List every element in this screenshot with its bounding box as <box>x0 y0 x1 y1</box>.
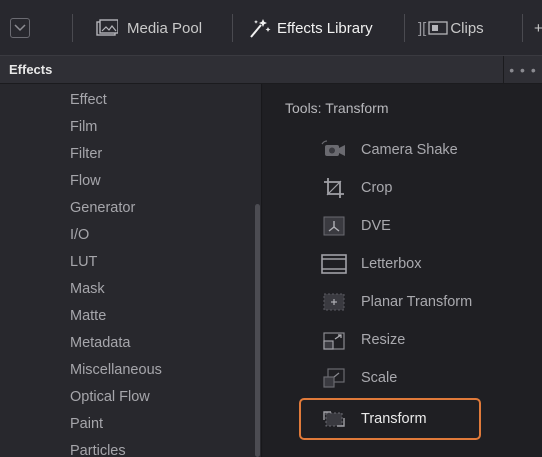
category-item[interactable]: Filter <box>70 146 102 162</box>
dve-icon <box>321 215 347 237</box>
effects-panel-title: Effects <box>9 62 53 77</box>
clips-prefix: ][ <box>418 19 427 37</box>
media-pool-tab[interactable]: Media Pool <box>96 0 202 56</box>
panel-toggle-button[interactable] <box>10 18 30 38</box>
tool-label: Transform <box>361 411 427 427</box>
chevron-down-icon <box>14 24 26 32</box>
tool-item-transform[interactable]: Transform <box>321 403 427 435</box>
tools-section-title: Tools: Transform <box>285 100 389 116</box>
tool-item-dve[interactable]: DVE <box>321 210 391 242</box>
tool-label: Resize <box>361 332 406 348</box>
category-item[interactable]: Film <box>70 119 97 135</box>
tool-label: Crop <box>361 180 393 196</box>
tool-item-crop[interactable]: Crop <box>321 172 392 204</box>
top-toolbar: Media Pool Effects Library ][ Clips + <box>0 0 542 56</box>
tools-panel: Tools: Transform Camera Shake Crop DVE L… <box>263 84 542 457</box>
tool-label: Camera Shake <box>361 142 458 158</box>
toolbar-overflow[interactable]: + <box>534 0 542 56</box>
category-item[interactable]: LUT <box>70 254 97 270</box>
category-item[interactable]: Particles <box>70 443 126 457</box>
category-item[interactable]: I/O <box>70 227 89 243</box>
tool-label: Letterbox <box>361 256 422 272</box>
tool-label: Planar Transform <box>361 294 473 310</box>
tool-label: DVE <box>361 218 391 234</box>
category-item[interactable]: Flow <box>70 173 101 189</box>
magic-wand-icon <box>250 19 271 38</box>
more-options-button[interactable]: • • • <box>504 56 542 84</box>
category-item[interactable]: Metadata <box>70 335 130 351</box>
tool-item-letterbox[interactable]: Letterbox <box>321 248 421 280</box>
toolbar-divider <box>72 14 73 42</box>
tool-item-resize[interactable]: Resize <box>321 324 405 356</box>
media-pool-icon <box>96 19 118 36</box>
tool-label: Scale <box>361 370 398 386</box>
category-item[interactable]: Effect <box>70 92 107 108</box>
effects-panel-header: Effects • • • <box>0 56 542 84</box>
category-item[interactable]: Miscellaneous <box>70 362 162 378</box>
effects-library-tab[interactable]: Effects Library <box>248 0 373 56</box>
scale-icon <box>321 367 347 389</box>
category-item[interactable]: Matte <box>70 308 106 324</box>
transform-icon <box>321 408 347 430</box>
resize-icon <box>321 329 347 351</box>
planar-transform-icon <box>321 291 347 313</box>
crop-icon <box>321 177 347 199</box>
tool-item-scale[interactable]: Scale <box>321 362 397 394</box>
toolbar-divider <box>522 14 523 42</box>
plus-icon: + <box>534 19 542 37</box>
clips-label: Clips <box>450 19 484 37</box>
toolbar-divider <box>404 14 405 42</box>
tool-item-planar-transform[interactable]: Planar Transform <box>321 286 472 318</box>
media-pool-label: Media Pool <box>127 19 203 37</box>
letterbox-icon <box>321 253 347 275</box>
tool-item-camera-shake[interactable]: Camera Shake <box>321 134 458 166</box>
category-item[interactable]: Generator <box>70 200 135 216</box>
toolbar-divider <box>232 14 233 42</box>
more-options-icon: • • • <box>509 62 537 78</box>
category-item[interactable]: Optical Flow <box>70 389 150 405</box>
category-item[interactable]: Paint <box>70 416 103 432</box>
effects-library-label: Effects Library <box>277 19 373 37</box>
category-item[interactable]: Mask <box>70 281 105 297</box>
clips-tab[interactable]: ][ Clips <box>418 0 484 56</box>
camera-shake-icon <box>321 139 347 161</box>
category-scrollbar[interactable] <box>255 204 260 457</box>
category-list: Effect Film Filter Flow Generator I/O LU… <box>0 84 262 457</box>
clips-icon <box>428 21 448 35</box>
